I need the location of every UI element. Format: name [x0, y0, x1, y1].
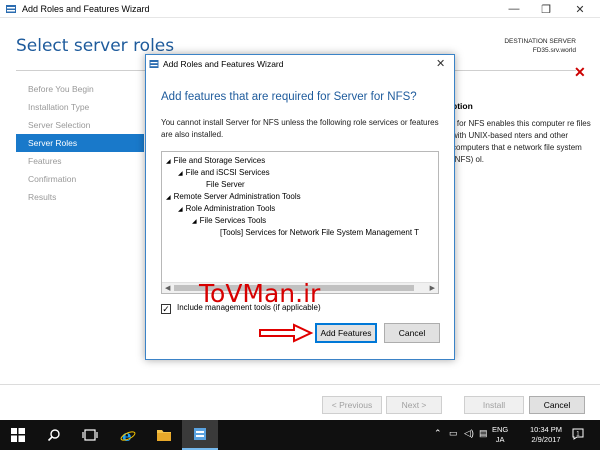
- expand-triangle-icon: ◢: [166, 195, 171, 201]
- network-icon[interactable]: ▭: [449, 428, 458, 439]
- task-view-icon: [82, 429, 98, 441]
- taskbar: e ⌃ ▭ ◁) ▤ ENG JA 10:34 PM 2/9/2017 1: [0, 420, 600, 450]
- tree-item: ◢ Remote Server Administration Tools: [166, 192, 301, 201]
- next-button[interactable]: Next >: [386, 396, 442, 414]
- expand-triangle-icon: ◢: [166, 159, 171, 165]
- ime-icon[interactable]: ▤: [479, 428, 488, 439]
- tree-item-label: [Tools] Services for Network File System…: [220, 228, 420, 237]
- include-tools-label: Include management tools (if applicable): [177, 303, 321, 312]
- volume-icon[interactable]: ◁): [464, 428, 474, 439]
- tree-item-label: File and Storage Services: [173, 156, 266, 165]
- tree-item-label: Remote Server Administration Tools: [173, 192, 301, 201]
- red-arrow-icon: [259, 323, 314, 343]
- install-button[interactable]: Install: [464, 396, 524, 414]
- server-manager-icon: [149, 60, 159, 68]
- internet-explorer-icon: e: [120, 427, 136, 443]
- minimize-icon: —: [508, 3, 520, 15]
- nav-item-features: Features: [28, 156, 62, 166]
- wizard-nav: Before You Begin Installation Type Serve…: [16, 80, 144, 206]
- description-heading: ption: [452, 101, 473, 111]
- chevron-up-icon[interactable]: ⌃: [434, 428, 442, 439]
- footer-divider: [0, 384, 600, 385]
- maximize-button[interactable]: ❐: [532, 0, 560, 18]
- folder-icon: [157, 430, 171, 441]
- expand-triangle-icon: ◢: [178, 207, 183, 213]
- tree-item-label: File Server: [206, 180, 245, 189]
- scroll-left-icon[interactable]: ◀: [165, 284, 170, 292]
- tree-item: ◢ File and iSCSI Services: [178, 168, 270, 177]
- destination-name: FD35.srv.world: [532, 47, 576, 54]
- close-button[interactable]: ✕: [566, 0, 594, 18]
- dialog-title-bar: Add Roles and Features Wizard ✕: [146, 55, 454, 73]
- include-tools-checkbox[interactable]: ✓: [161, 304, 171, 314]
- start-button[interactable]: [0, 420, 36, 450]
- close-icon: ✕: [575, 3, 585, 16]
- expand-triangle-icon: ◢: [178, 171, 183, 177]
- windows-logo-icon: [11, 428, 25, 442]
- dialog-description: You cannot install Server for NFS unless…: [161, 118, 439, 139]
- lang-bottom: JA: [495, 435, 505, 444]
- server-manager-button[interactable]: [182, 420, 218, 450]
- nav-item-results: Results: [28, 192, 57, 202]
- nav-item-confirmation: Confirmation: [28, 174, 77, 184]
- action-center-icon[interactable]: 1: [572, 428, 584, 440]
- destination-label: DESTINATION SERVER: [504, 38, 576, 45]
- clock-date: 2/9/2017: [531, 435, 561, 444]
- server-manager-icon: [6, 5, 16, 13]
- nav-item-server-selection[interactable]: Server Selection: [16, 116, 144, 134]
- tree-item-label: File Services Tools: [199, 216, 267, 225]
- add-features-dialog: Add Roles and Features Wizard ✕ Add feat…: [145, 54, 455, 360]
- description-text: r for NFS enables this computer re files…: [452, 119, 591, 164]
- nav-item-server-roles[interactable]: Server Roles: [16, 134, 144, 152]
- task-view-button[interactable]: [72, 420, 108, 450]
- lang-top: ENG: [492, 425, 509, 434]
- search-icon: [47, 429, 60, 442]
- maximize-icon: ❐: [541, 3, 551, 16]
- tree-item: [Tools] Services for Network File System…: [220, 228, 419, 237]
- title-bar: Add Roles and Features Wizard — ❐ ✕: [0, 0, 600, 18]
- window-title: Add Roles and Features Wizard: [22, 4, 150, 14]
- language-indicator[interactable]: ENG JA: [492, 425, 508, 445]
- clock-time: 10:34 PM: [529, 425, 563, 434]
- scroll-right-icon[interactable]: ▶: [430, 284, 435, 292]
- ie-button[interactable]: e: [110, 420, 146, 450]
- dialog-cancel-button[interactable]: Cancel: [384, 323, 440, 343]
- clock[interactable]: 10:34 PM 2/9/2017: [526, 425, 566, 445]
- nav-item-installation-type[interactable]: Installation Type: [16, 98, 144, 116]
- required-features-tree[interactable]: ◢ File and Storage Services ◢ File and iSC…: [161, 151, 439, 294]
- file-explorer-button[interactable]: [146, 420, 182, 450]
- server-manager-icon: [194, 428, 206, 440]
- tree-item: ◢ File and Storage Services: [166, 156, 265, 165]
- tree-item-label: Role Administration Tools: [185, 204, 276, 213]
- previous-button[interactable]: < Previous: [322, 396, 382, 414]
- tree-item-label: File and iSCSI Services: [185, 168, 270, 177]
- add-features-button[interactable]: Add Features: [315, 323, 377, 343]
- tree-item: ◢ File Services Tools: [192, 216, 266, 225]
- expand-triangle-icon: ◢: [192, 219, 197, 225]
- nav-item-before-you-begin[interactable]: Before You Begin: [16, 80, 144, 98]
- minimize-button[interactable]: —: [500, 0, 528, 18]
- search-button[interactable]: [36, 420, 72, 450]
- dialog-close-icon[interactable]: ✕: [436, 57, 445, 70]
- error-x-icon[interactable]: ✕: [574, 64, 586, 81]
- tree-item: File Server: [206, 180, 245, 189]
- page-title: Select server roles: [16, 36, 175, 56]
- cancel-button[interactable]: Cancel: [529, 396, 585, 414]
- destination-server: DESTINATION SERVER FD35.srv.world: [504, 37, 576, 55]
- tree-item: ◢ Role Administration Tools: [178, 204, 275, 213]
- dialog-heading: Add features that are required for Serve…: [161, 91, 417, 103]
- dialog-title: Add Roles and Features Wizard: [163, 59, 284, 69]
